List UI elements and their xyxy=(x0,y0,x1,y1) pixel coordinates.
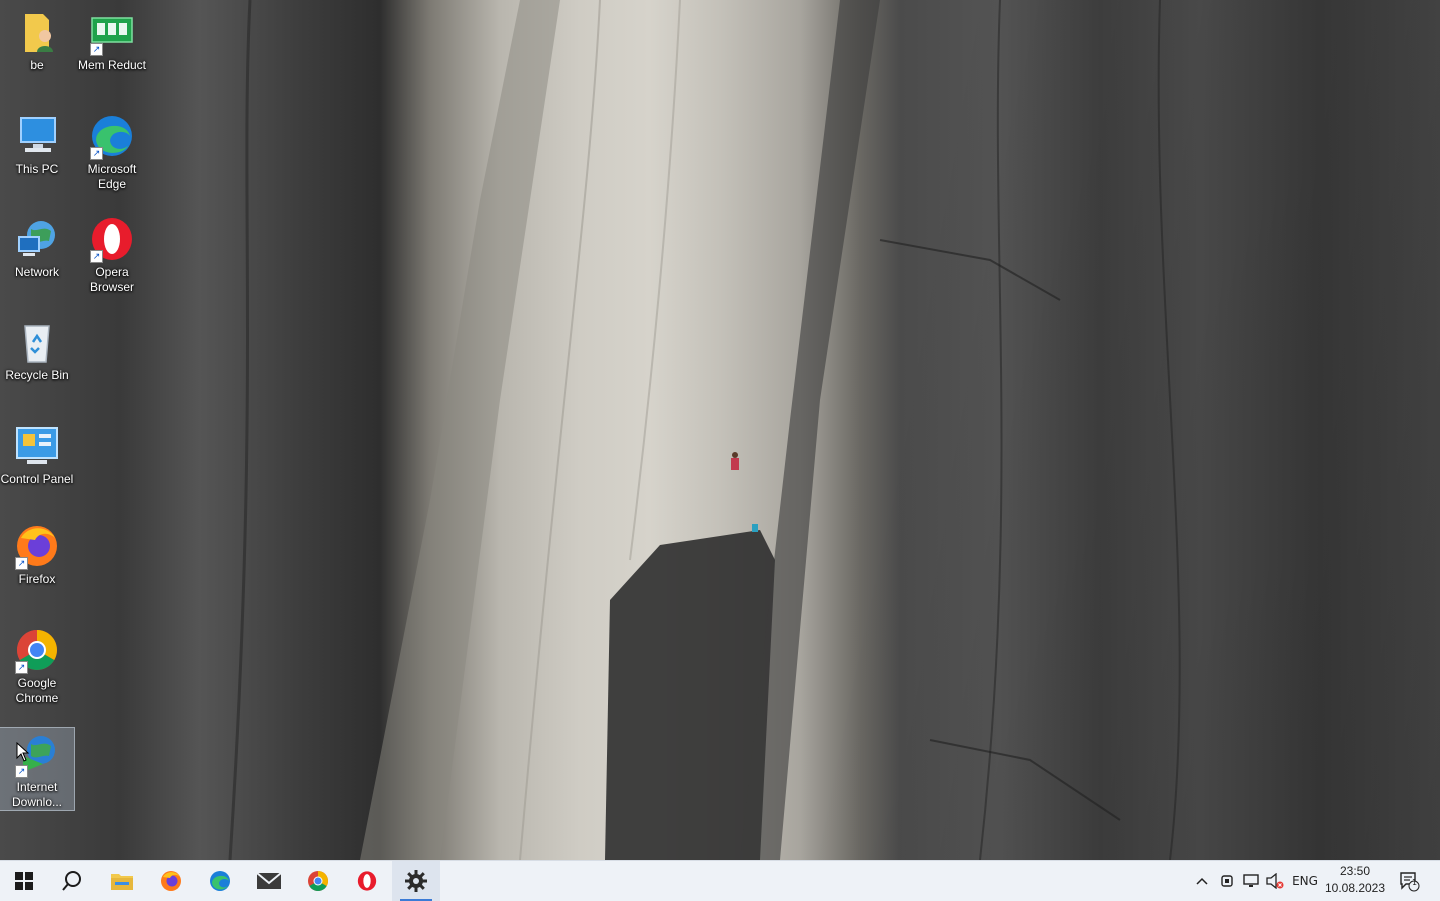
windows-logo-icon xyxy=(15,872,33,890)
notification-count-badge: 1 xyxy=(1412,878,1418,887)
settings-icon xyxy=(405,870,427,892)
clock-date: 10.08.2023 xyxy=(1324,881,1386,895)
taskbar-file-explorer[interactable] xyxy=(98,861,146,901)
desktop-icon-label: Control Panel xyxy=(0,472,74,486)
language-indicator[interactable]: ENG xyxy=(1289,861,1321,901)
desktop-icon-label: This PC xyxy=(15,162,59,176)
shortcut-arrow-icon: ↗ xyxy=(15,765,28,778)
chrome-icon xyxy=(308,871,328,891)
language-label: ENG xyxy=(1292,874,1318,888)
tray-network[interactable] xyxy=(1240,861,1262,901)
desktop-icon-label: be xyxy=(30,58,44,72)
volume-muted-icon xyxy=(1266,873,1284,889)
network-globe-icon xyxy=(13,215,61,263)
control-panel-icon xyxy=(13,422,61,470)
edge-icon xyxy=(210,871,230,891)
desktop-icon-network[interactable]: Network xyxy=(0,215,74,280)
desktop-icon-be[interactable]: be xyxy=(0,8,74,73)
taskbar-chrome[interactable] xyxy=(294,861,342,901)
tray-volume[interactable] xyxy=(1263,861,1287,901)
tray-mem-icon[interactable] xyxy=(1216,861,1238,901)
recycle-bin-icon xyxy=(13,318,61,366)
desktop-icon-label: Network xyxy=(14,265,59,279)
shortcut-arrow-icon: ↗ xyxy=(15,661,28,674)
desktop-icon-label: Firefox xyxy=(18,572,56,586)
shortcut-arrow-icon: ↗ xyxy=(90,147,103,160)
desktop-icon-label: Mem Reduct xyxy=(77,58,147,72)
mail-icon xyxy=(256,872,282,889)
desktop-icon-google-chrome[interactable]: ↗ Google Chrome xyxy=(0,626,74,706)
desktop-icon-internet-download-manager[interactable]: ↗ Internet Downlo... xyxy=(0,727,75,811)
taskbar-mail[interactable] xyxy=(245,861,293,901)
mem-reduct-icon: ↗ xyxy=(88,8,136,56)
desktop-icon-this-pc[interactable]: This PC xyxy=(0,112,74,177)
memory-tray-icon xyxy=(1221,875,1233,887)
taskbar-settings[interactable] xyxy=(392,861,440,901)
desktop-icon-mem-reduct[interactable]: ↗ Mem Reduct xyxy=(75,8,149,73)
shortcut-arrow-icon: ↗ xyxy=(90,43,103,56)
desktop-icon-label: Google Chrome xyxy=(15,676,59,705)
taskbar-edge[interactable] xyxy=(196,861,244,901)
desktop-icon-opera-browser[interactable]: ↗ Opera Browser xyxy=(75,215,149,295)
mouse-cursor-icon xyxy=(16,742,30,762)
desktop-icon-microsoft-edge[interactable]: ↗ Microsoft Edge xyxy=(75,112,149,192)
taskbar-opera[interactable] xyxy=(343,861,391,901)
show-hidden-icons-button[interactable] xyxy=(1192,861,1212,901)
firefox-icon xyxy=(161,871,181,891)
computer-icon xyxy=(13,112,61,160)
desktop-icon-firefox[interactable]: ↗ Firefox xyxy=(0,522,74,587)
start-button[interactable] xyxy=(0,861,48,901)
edge-icon: ↗ xyxy=(88,112,136,160)
user-folder-icon xyxy=(13,8,61,56)
clock[interactable]: 23:50 10.08.2023 xyxy=(1318,863,1392,899)
clock-time: 23:50 xyxy=(1339,864,1371,878)
network-tray-icon xyxy=(1243,874,1259,887)
taskbar-firefox[interactable] xyxy=(147,861,195,901)
shortcut-arrow-icon: ↗ xyxy=(90,250,103,263)
chevron-up-icon xyxy=(1196,877,1208,885)
taskbar: ENG 23:50 10.08.2023 1 xyxy=(0,860,1440,901)
firefox-icon: ↗ xyxy=(13,522,61,570)
file-explorer-icon xyxy=(111,874,133,890)
search-icon xyxy=(62,871,81,891)
desktop-icon-label: Opera Browser xyxy=(89,265,134,294)
chrome-icon: ↗ xyxy=(13,626,61,674)
opera-icon: ↗ xyxy=(88,215,136,263)
desktop-icon-label: Microsoft Edge xyxy=(87,162,137,191)
desktop-icon-recycle-bin[interactable]: Recycle Bin xyxy=(0,318,74,383)
opera-icon xyxy=(357,871,377,891)
shortcut-arrow-icon: ↗ xyxy=(15,557,28,570)
action-center-button[interactable]: 1 xyxy=(1394,861,1424,901)
desktop-icon-label: Recycle Bin xyxy=(5,368,69,382)
desktop-wallpaper xyxy=(0,0,1440,860)
taskbar-search-button[interactable] xyxy=(48,861,96,901)
desktop-icon-label: Internet Downlo... xyxy=(11,780,63,809)
desktop-icon-control-panel[interactable]: Control Panel xyxy=(0,422,74,487)
